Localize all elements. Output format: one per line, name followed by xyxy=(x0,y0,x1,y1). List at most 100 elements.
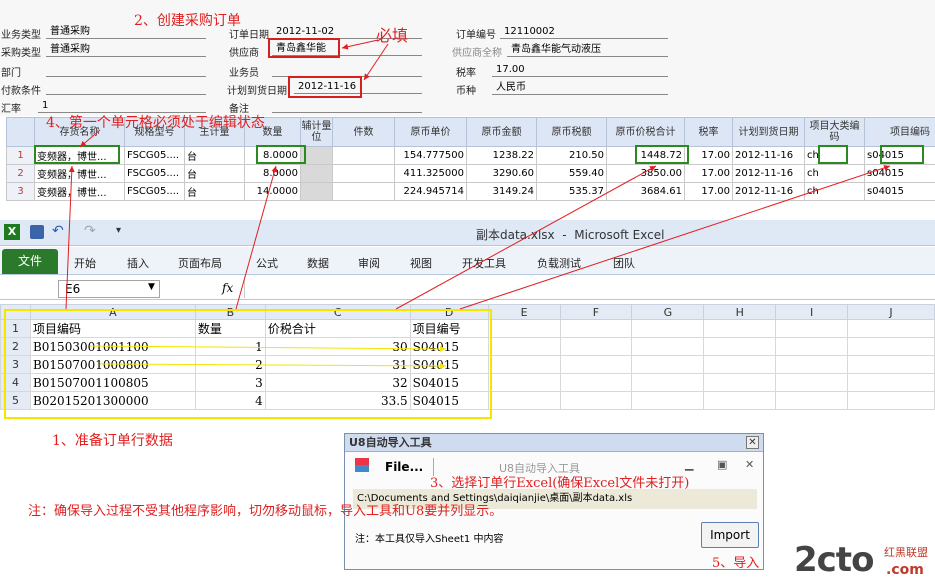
sheet-cell[interactable] xyxy=(631,337,705,356)
sheet-cell[interactable] xyxy=(847,337,935,356)
undo-icon[interactable]: ↶ xyxy=(52,223,64,239)
grid-header[interactable]: 原币金额 xyxy=(466,117,537,147)
sheet-cell[interactable] xyxy=(559,391,633,410)
grid-cell[interactable]: 2012-11-16 xyxy=(732,146,805,165)
name-box[interactable]: E6 xyxy=(58,280,160,298)
grid-cell[interactable]: 变频器，博世... xyxy=(34,182,125,201)
restore-icon[interactable]: ▣ xyxy=(717,458,727,471)
order-number-field[interactable]: 12110002 xyxy=(500,25,668,39)
inner-close-icon[interactable]: ✕ xyxy=(745,458,754,471)
grid-cell[interactable]: 17.00 xyxy=(684,146,733,165)
sheet-cell[interactable] xyxy=(703,337,777,356)
grid-cell[interactable]: 台 xyxy=(184,164,245,183)
column-header[interactable]: F xyxy=(559,304,633,320)
grid-cell[interactable] xyxy=(332,146,395,165)
grid-cell[interactable]: ch xyxy=(804,164,865,183)
name-box-dropdown-icon[interactable]: ▼ xyxy=(148,282,155,292)
sheet-cell[interactable] xyxy=(775,391,849,410)
grid-cell[interactable]: 1238.22 xyxy=(466,146,537,165)
formula-input[interactable] xyxy=(244,280,934,298)
column-header[interactable]: G xyxy=(631,304,705,320)
table-row[interactable]: 2 变频器，博世... FSCG05.... 台 8.0000 411.3250… xyxy=(6,164,935,183)
grid-header[interactable]: 原币税额 xyxy=(536,117,607,147)
sheet-cell[interactable] xyxy=(631,391,705,410)
grid-header[interactable]: 税率 xyxy=(684,117,733,147)
grid-header[interactable]: 辅计量位 xyxy=(300,117,333,147)
tab-developer[interactable]: 开发工具 xyxy=(462,255,506,271)
table-row[interactable]: 1 变频器，博世... FSCG05.... 台 8.0000 154.7775… xyxy=(6,146,935,165)
sheet-cell[interactable] xyxy=(559,337,633,356)
sheet-cell[interactable] xyxy=(775,337,849,356)
customize-qat-icon[interactable]: ▾ xyxy=(116,225,121,236)
sheet-cell[interactable] xyxy=(775,319,849,338)
grid-cell[interactable]: FSCG05.... xyxy=(124,182,185,201)
column-header[interactable]: I xyxy=(775,304,849,320)
grid-cell[interactable]: 3684.61 xyxy=(606,182,685,201)
close-icon[interactable]: ✕ xyxy=(746,436,759,449)
sheet-cell[interactable] xyxy=(559,373,633,392)
tab-insert[interactable]: 插入 xyxy=(127,255,149,271)
tab-formulas[interactable]: 公式 xyxy=(256,255,278,271)
column-header[interactable]: H xyxy=(703,304,777,320)
tab-review[interactable]: 审阅 xyxy=(358,255,380,271)
tab-data[interactable]: 数据 xyxy=(307,255,329,271)
sheet-cell[interactable] xyxy=(631,355,705,374)
grid-cell[interactable]: 17.00 xyxy=(684,164,733,183)
grid-cell[interactable]: 411.325000 xyxy=(394,164,467,183)
column-header[interactable]: J xyxy=(847,304,935,320)
tab-home[interactable]: 开始 xyxy=(74,255,96,271)
grid-cell[interactable]: 台 xyxy=(184,146,245,165)
tab-file[interactable]: 文件 xyxy=(2,249,58,274)
import-button[interactable]: Import xyxy=(701,522,759,548)
excel-app-icon[interactable]: X xyxy=(4,224,20,240)
grid-cell[interactable]: 2012-11-16 xyxy=(732,182,805,201)
remarks-field[interactable] xyxy=(272,99,422,113)
row-number[interactable]: 3 xyxy=(6,182,35,201)
grid-cell[interactable]: 变频器，博世... xyxy=(34,164,125,183)
tab-team[interactable]: 团队 xyxy=(613,255,635,271)
redo-icon[interactable]: ↷ xyxy=(84,223,96,239)
row-number[interactable]: 1 xyxy=(6,146,35,165)
supplier-full-name-field[interactable]: 青岛鑫华能气动液压 xyxy=(507,43,668,57)
payment-terms-field[interactable] xyxy=(46,81,206,95)
sheet-cell[interactable] xyxy=(487,373,561,392)
save-icon[interactable] xyxy=(30,225,44,239)
grid-cell[interactable]: 559.40 xyxy=(536,164,607,183)
grid-cell[interactable] xyxy=(332,164,395,183)
file-menu[interactable]: File... xyxy=(385,460,423,474)
row-number[interactable]: 2 xyxy=(6,164,35,183)
sheet-cell[interactable] xyxy=(775,355,849,374)
tab-page-layout[interactable]: 页面布局 xyxy=(178,255,222,271)
sheet-cell[interactable] xyxy=(703,319,777,338)
salesperson-field[interactable] xyxy=(272,63,422,77)
grid-cell[interactable] xyxy=(332,182,395,201)
sheet-cell[interactable] xyxy=(487,337,561,356)
exchange-rate-field[interactable]: 1 xyxy=(38,99,206,113)
grid-cell[interactable]: 2012-11-16 xyxy=(732,164,805,183)
grid-cell[interactable] xyxy=(300,182,333,201)
grid-header[interactable]: 项目编码 xyxy=(864,117,935,147)
grid-cell[interactable]: 154.777500 xyxy=(394,146,467,165)
grid-cell[interactable]: 3290.60 xyxy=(466,164,537,183)
sheet-cell[interactable] xyxy=(487,391,561,410)
grid-cell[interactable]: 17.00 xyxy=(684,182,733,201)
grid-header[interactable]: 项目大类编码 xyxy=(804,117,865,147)
sheet-cell[interactable] xyxy=(847,373,935,392)
sheet-cell[interactable] xyxy=(631,319,705,338)
sheet-cell[interactable] xyxy=(775,373,849,392)
grid-cell[interactable]: 224.945714 xyxy=(394,182,467,201)
tax-rate-field[interactable]: 17.00 xyxy=(492,63,668,77)
grid-cell[interactable]: 14.0000 xyxy=(244,182,301,201)
purchase-type-field[interactable]: 普通采购 xyxy=(46,43,206,57)
grid-cell[interactable]: s04015 xyxy=(864,182,935,201)
sheet-cell[interactable] xyxy=(559,319,633,338)
grid-cell[interactable]: s04015 xyxy=(864,164,935,183)
sheet-cell[interactable] xyxy=(703,373,777,392)
sheet-cell[interactable] xyxy=(703,391,777,410)
minimize-icon[interactable]: ▁ xyxy=(685,458,693,471)
grid-header[interactable]: 件数 xyxy=(332,117,395,147)
grid-header[interactable]: 原币单价 xyxy=(394,117,467,147)
fx-icon[interactable]: fx xyxy=(222,281,233,295)
sheet-cell[interactable] xyxy=(703,355,777,374)
sheet-cell[interactable] xyxy=(847,391,935,410)
